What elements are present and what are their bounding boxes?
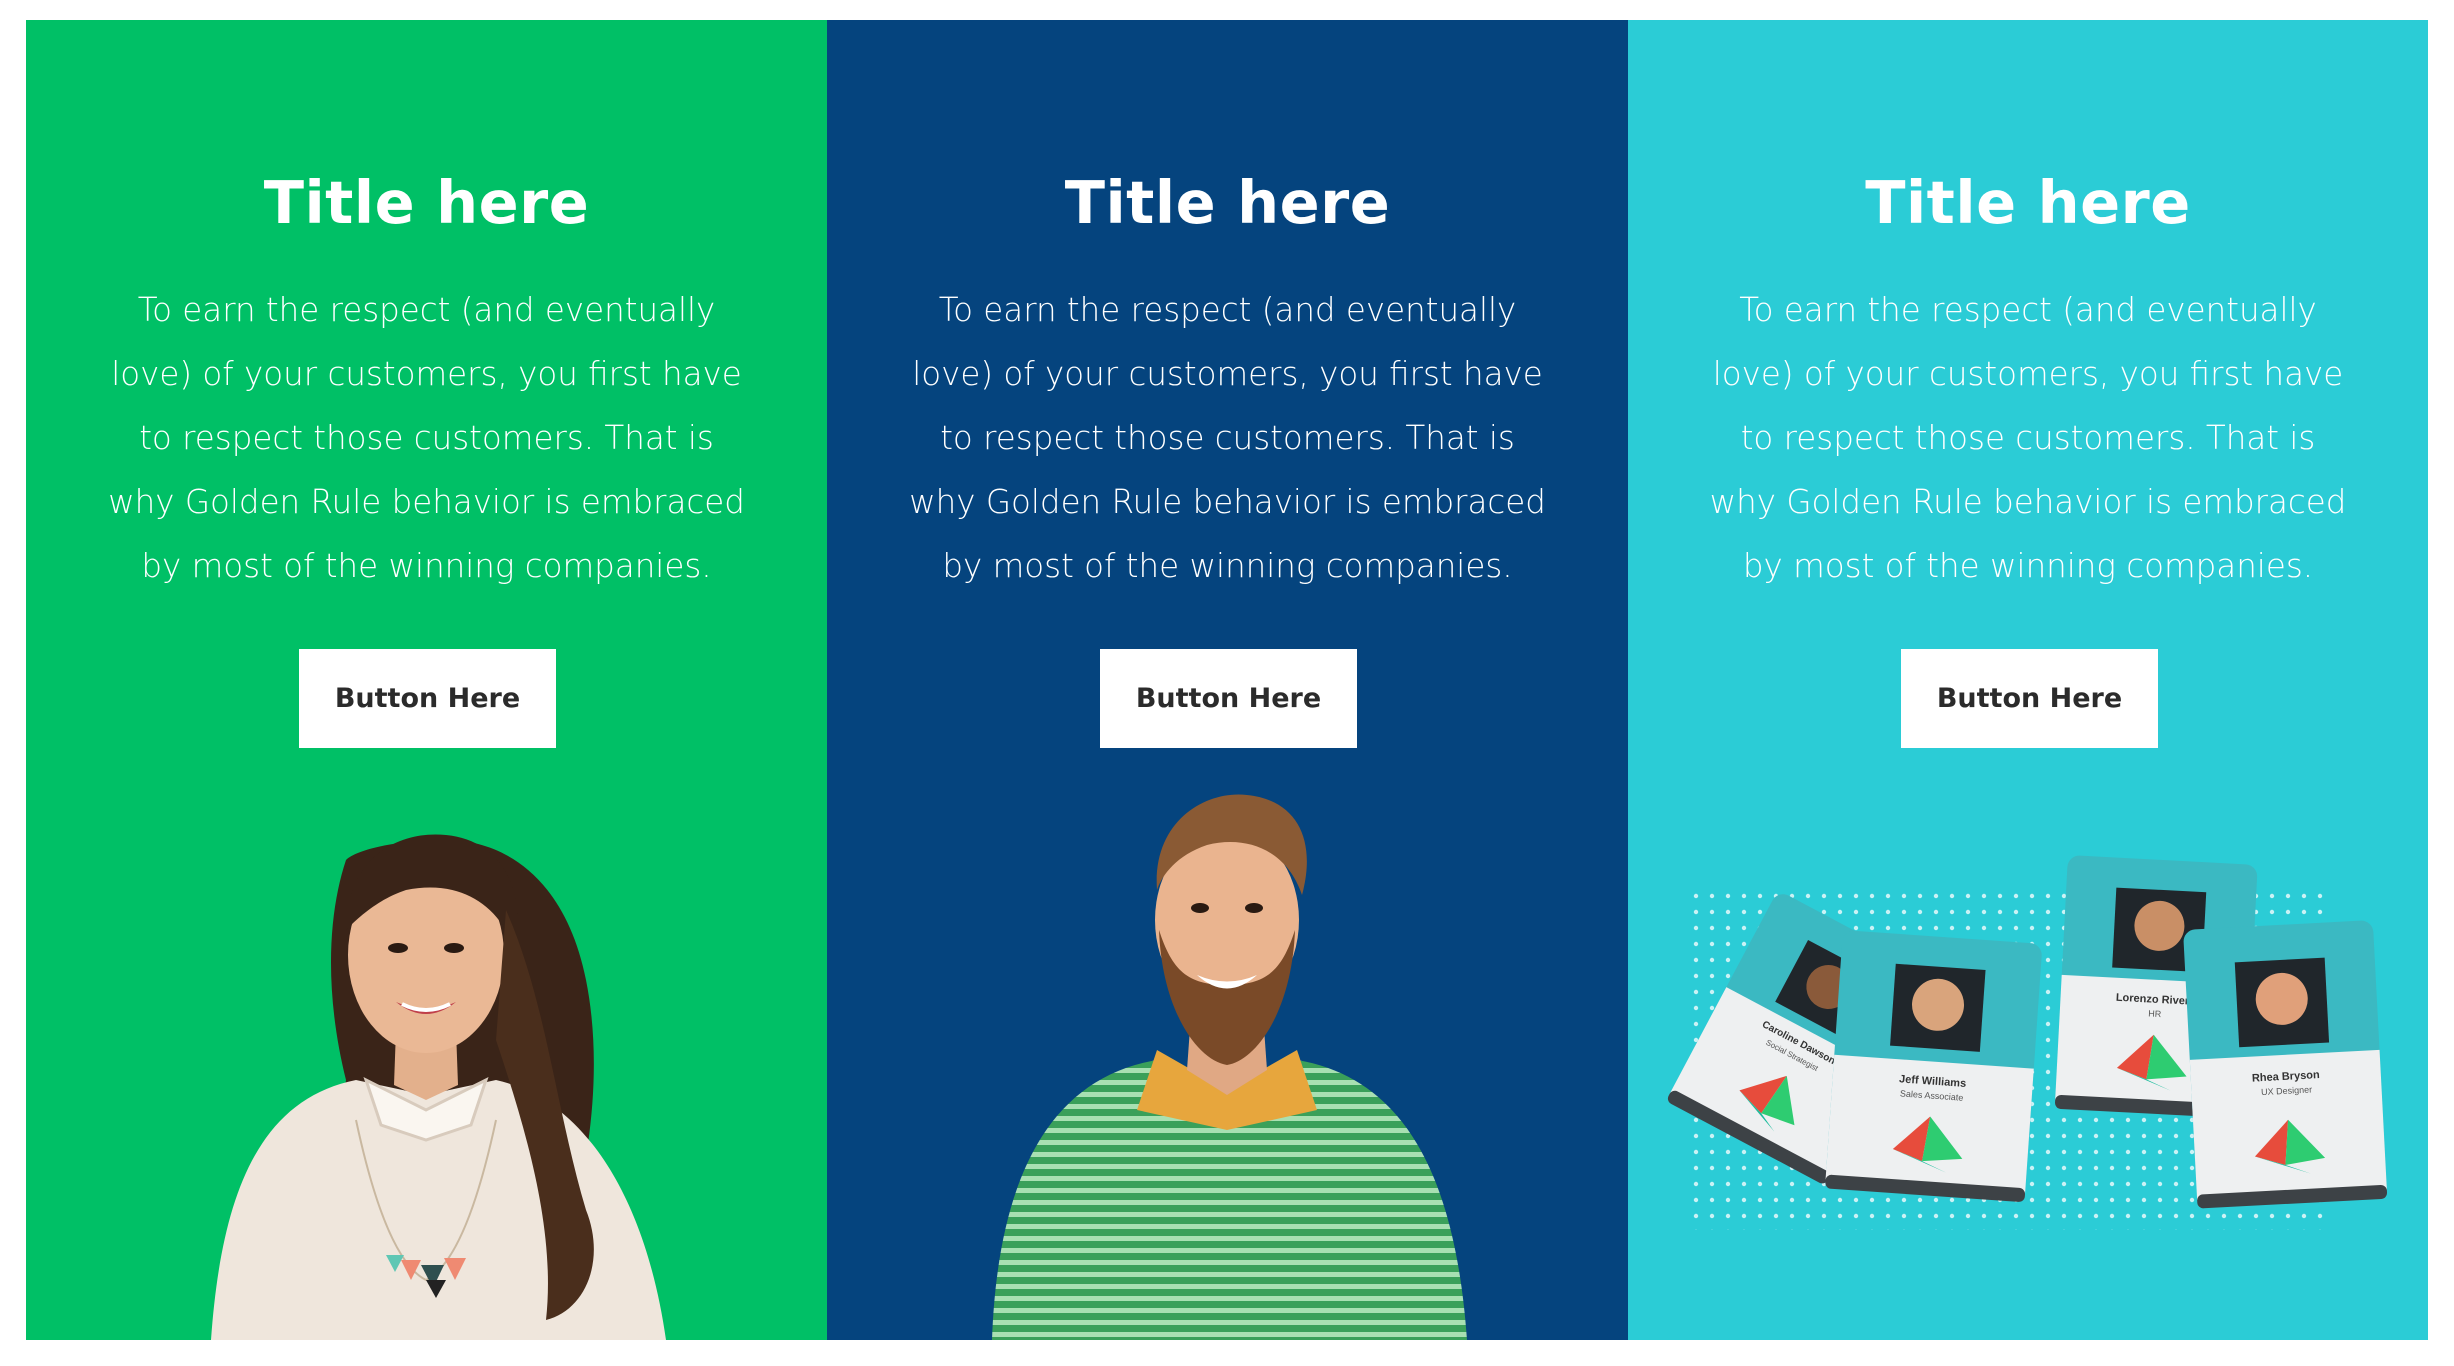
panel-cta-button[interactable]: Button Here [1100,649,1357,748]
feature-panel-navy: Title here To earn the respect (and even… [827,20,1628,1340]
id-badge-4: Rhea Bryson UX Designer [2183,920,2388,1209]
panel-description: To earn the respect (and eventually love… [1709,291,2347,585]
id-badge-2: Jeff Williams Sales Associate [1825,930,2042,1202]
panel-cta-button[interactable]: Button Here [1901,649,2158,748]
panel-cta-button[interactable]: Button Here [299,649,556,748]
panel-description: To earn the respect (and eventually love… [108,291,745,585]
card-row: Title here To earn the respect (and even… [26,20,2428,1340]
panel-title: Title here [1064,168,1391,237]
bearded-man-portrait-image [992,794,1467,1340]
feature-panel-teal: Title here To earn the respect (and even… [1628,20,2428,1340]
panel-title: Title here [1865,168,2191,237]
panel-description: To earn the respect (and eventually love… [909,291,1546,585]
id-badges-illustration: Caroline Dawson Social Strategist Jeff W… [1667,855,2388,1230]
panel-title: Title here [263,168,590,237]
svg-text:HR: HR [2148,1008,2162,1019]
woman-portrait-image [211,834,666,1340]
feature-panel-green: Title here To earn the respect (and even… [26,20,827,1340]
